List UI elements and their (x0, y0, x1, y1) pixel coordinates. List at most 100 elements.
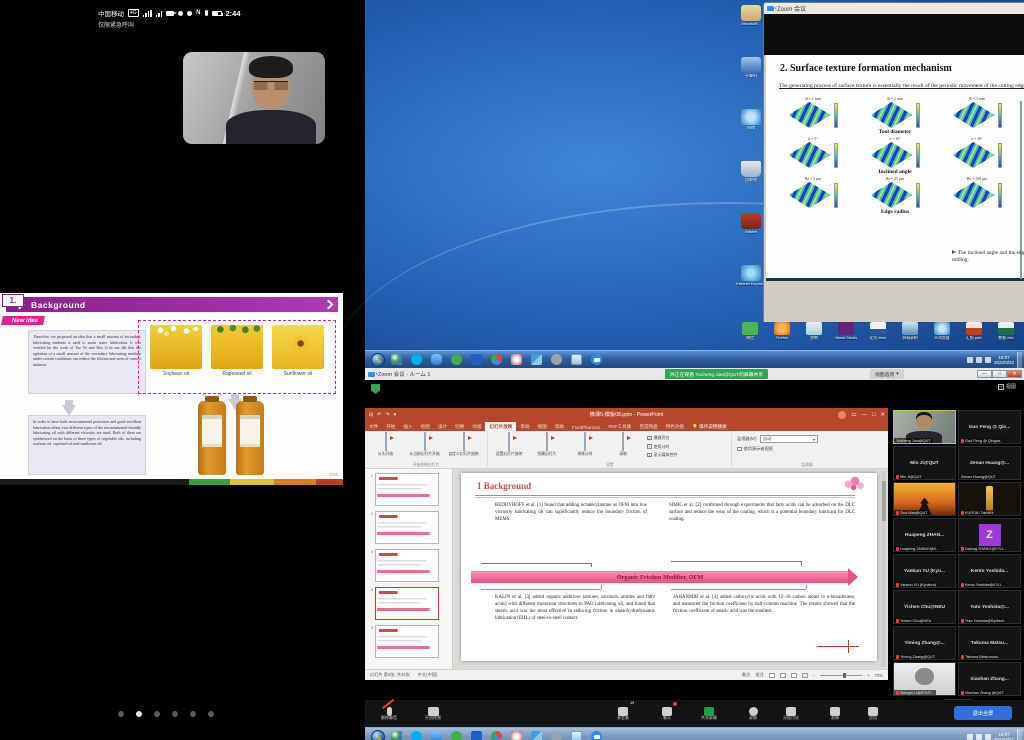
ribbon-button[interactable]: 排练计时 (567, 433, 603, 456)
presenter-view-checkbox[interactable]: 使用演示者视图 (737, 446, 877, 452)
taskbar-app-icon[interactable] (591, 731, 602, 740)
participant-tile[interactable]: Yuto Yoshida@... Yuto Yoshida@Kyutech (958, 590, 1021, 624)
ribbon-tab[interactable]: 开始 (382, 422, 399, 431)
toolbar-button[interactable]: 共享屏幕 (687, 703, 731, 721)
ribbon-tab[interactable]: PDF工具集 (604, 422, 635, 431)
taskbar-app-icon[interactable] (451, 731, 462, 740)
view-button[interactable]: 视图 (998, 383, 1016, 390)
taskbar-app-icon[interactable] (391, 731, 402, 740)
participant-tile[interactable]: KUROKI Takeshi (958, 482, 1021, 516)
toolbar-button[interactable]: 聊天 (645, 703, 689, 721)
taskbar-app-icon[interactable] (551, 731, 562, 740)
minimize-button[interactable]: — (977, 370, 992, 378)
desktop-icon[interactable]: Visual Studio (833, 322, 859, 340)
ribbon-button[interactable]: 录制 (605, 433, 641, 456)
ribbon-tab[interactable]: 帮助 (551, 422, 568, 431)
ribbon-button[interactable]: 设置幻灯片放映 (491, 433, 527, 456)
reading-view-icon[interactable] (791, 673, 797, 678)
carousel-dot[interactable] (136, 711, 142, 717)
participant-tile[interactable]: Yiming Zhang@... Yiming Zhang@QUT (893, 626, 956, 660)
slide-thumbnail[interactable]: 3 (367, 549, 450, 582)
participant-tile[interactable]: Yucheng Jian@QUT (893, 410, 956, 444)
desktop-icon[interactable]: 屏幕录制 (897, 322, 923, 340)
carousel-dots[interactable] (118, 711, 214, 717)
ribbon-tab[interactable]: 视图 (534, 422, 551, 431)
minimize-button[interactable]: — (862, 412, 868, 418)
start-button[interactable] (371, 730, 385, 740)
carousel-dot[interactable] (172, 711, 178, 717)
taskbar-app-icon[interactable] (511, 354, 522, 365)
participant-tile[interactable]: Xiaohan Zhang... Xiaohan Zhang @QUT (958, 662, 1021, 696)
participant-tile[interactable]: Kento Yoshida... Kento Yoshida@KYU... (958, 554, 1021, 588)
ribbon-tab[interactable]: 百度网盘 (635, 422, 661, 431)
zoom-out-icon[interactable]: − (813, 673, 815, 678)
taskbar-app-icon[interactable] (471, 731, 482, 740)
toolbar-button[interactable]: 开启视频 (411, 703, 455, 721)
vertical-scrollbar[interactable] (881, 471, 886, 667)
phone-video-feed[interactable] (183, 52, 325, 144)
carousel-dot[interactable] (154, 711, 160, 717)
ribbon-tab[interactable]: 特色功能 (662, 422, 688, 431)
taskbar-app-icon[interactable] (451, 354, 462, 365)
ribbon-tab[interactable]: 动画 (468, 422, 485, 431)
desktop-icon[interactable]: 汇报.pptx (961, 322, 987, 340)
slide-thumbnail[interactable]: 1 (367, 473, 450, 506)
start-button[interactable] (371, 353, 385, 367)
carousel-dot[interactable] (190, 711, 196, 717)
desktop-icon[interactable]: 微信 (737, 322, 763, 340)
participant-tile[interactable]: Z Dalong ZHANG@KYU... (958, 518, 1021, 552)
ribbon-button[interactable]: 从当前幻灯片开始 (406, 433, 443, 456)
taskbar-app-icon[interactable] (511, 731, 522, 740)
zoom-slider[interactable] (820, 675, 862, 676)
taskbar-app-icon[interactable] (531, 731, 542, 740)
desktop-icon[interactable]: 论文.docx (865, 322, 891, 340)
toolbar-button[interactable]: 分组讨论 (769, 703, 813, 721)
ribbon-tab[interactable]: 插入 (399, 422, 416, 431)
carousel-dot[interactable] (118, 711, 124, 717)
ribbon-tab[interactable]: 设计 (434, 422, 451, 431)
close-button[interactable]: ✕ (1007, 370, 1022, 378)
slide-thumbnail[interactable]: 4 (367, 587, 450, 620)
slide-thumbnail[interactable]: 2 (367, 511, 450, 544)
ribbon-button[interactable]: 自定义幻灯片放映 (445, 433, 482, 456)
toolbar-button[interactable]: 应用 (851, 703, 895, 721)
tray-icon[interactable] (976, 357, 982, 363)
ribbon-checkbox[interactable]: 显示媒体控件 (647, 452, 678, 458)
taskbar-app-icon[interactable] (491, 731, 502, 740)
taskbar-app-icon[interactable] (531, 354, 542, 365)
tray-icon[interactable] (976, 734, 982, 740)
show-desktop-button[interactable] (1017, 729, 1022, 740)
ribbon-button[interactable]: 从头开始 (367, 433, 404, 456)
exit-fullscreen-button[interactable]: 退出全屏 (954, 706, 1012, 720)
close-button[interactable]: ✕ (880, 412, 885, 418)
maximize-button[interactable]: □ (872, 412, 875, 418)
ribbon-tab[interactable]: FoxitPhantom (568, 423, 604, 431)
participant-tile[interactable]: Zenan Huang@... Zenan Huang@QUT (958, 446, 1021, 480)
taskbar-app-icon[interactable] (411, 354, 422, 365)
ribbon-checkbox[interactable]: 使用计时 (647, 444, 678, 450)
monitor-select[interactable]: 自动▾ (760, 435, 818, 443)
taskbar-app-icon[interactable] (571, 354, 582, 365)
ribbon-checkbox[interactable]: 播放旁白 (647, 435, 678, 441)
taskbar-app-icon[interactable] (551, 354, 562, 365)
account-avatar[interactable] (838, 411, 846, 419)
zoom-in-icon[interactable]: + (867, 673, 869, 678)
taskbar-app-icon[interactable] (491, 354, 502, 365)
ribbon-tab[interactable]: 幻灯片放映 (485, 422, 516, 431)
slideshow-view-icon[interactable] (802, 673, 808, 678)
ribbon-tab[interactable]: 切换 (451, 422, 468, 431)
ribbon-tab[interactable]: 审阅 (516, 422, 533, 431)
desktop-icon[interactable]: 数据.xlsx (993, 322, 1019, 340)
tray-icon[interactable] (967, 734, 973, 740)
tray-icon[interactable] (985, 734, 991, 740)
toolbar-button[interactable]: 19 参会者 (601, 703, 645, 721)
participant-tile[interactable]: Xiangru Li@KYUT... (893, 662, 956, 696)
taskbar-app-icon[interactable] (471, 354, 482, 365)
normal-view-icon[interactable] (769, 673, 775, 678)
slide-thumbnail[interactable]: 5 (367, 625, 450, 658)
view-options-dropdown[interactable]: 视图选项▾ (870, 369, 904, 379)
ribbon-button[interactable]: 隐藏幻灯片 (529, 433, 565, 456)
desktop-icon[interactable]: Firefox (769, 322, 795, 340)
carousel-dot[interactable] (208, 711, 214, 717)
taskbar-app-icon[interactable] (431, 731, 442, 740)
